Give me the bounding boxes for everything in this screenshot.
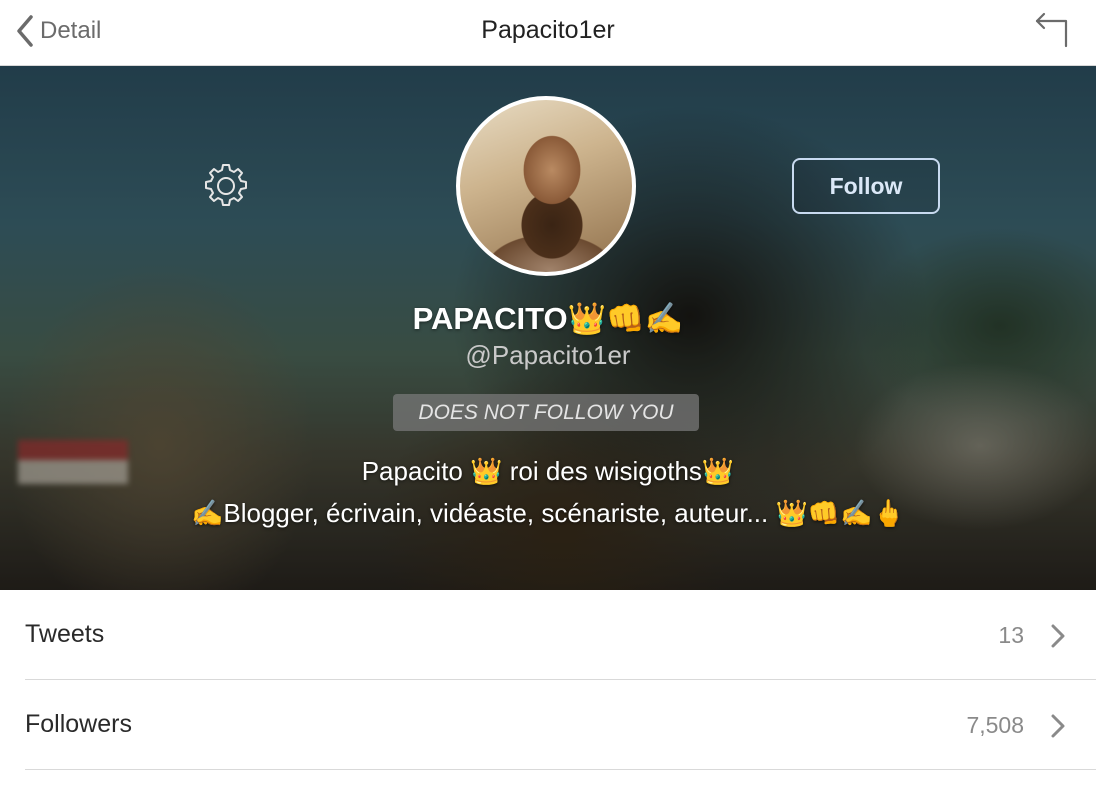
user-handle: @Papacito1er — [465, 340, 631, 370]
followers-row[interactable]: Followers 7,508 — [0, 680, 1096, 770]
divider — [25, 769, 1096, 770]
navigation-bar: Detail Papacito1er — [0, 0, 1096, 66]
stat-count: 13 — [998, 622, 1024, 648]
bio-line-2: ✍️Blogger, écrivain, vidéaste, scénarist… — [191, 498, 905, 528]
follow-button[interactable]: Follow — [792, 158, 940, 214]
stat-label: Tweets — [25, 620, 105, 648]
profile-header: Follow PAPACITO👑👊✍️ @Papacito1er DOES NO… — [0, 66, 1096, 590]
chevron-right-icon — [1051, 624, 1065, 648]
page-title: Papacito1er — [481, 16, 615, 44]
reply-arrow-icon[interactable] — [1034, 10, 1072, 50]
follow-status-badge: DOES NOT FOLLOW YOU — [393, 394, 699, 431]
display-name: PAPACITO👑👊✍️ — [412, 301, 684, 336]
stat-count: 7,508 — [966, 712, 1024, 738]
gear-icon[interactable] — [202, 162, 250, 210]
chevron-right-icon — [1051, 714, 1065, 738]
bio-line-1: Papacito 👑 roi des wisigoths👑 — [361, 456, 735, 486]
avatar[interactable] — [456, 96, 636, 276]
stat-label: Followers — [25, 710, 132, 738]
tweets-row[interactable]: Tweets 13 — [0, 590, 1096, 680]
